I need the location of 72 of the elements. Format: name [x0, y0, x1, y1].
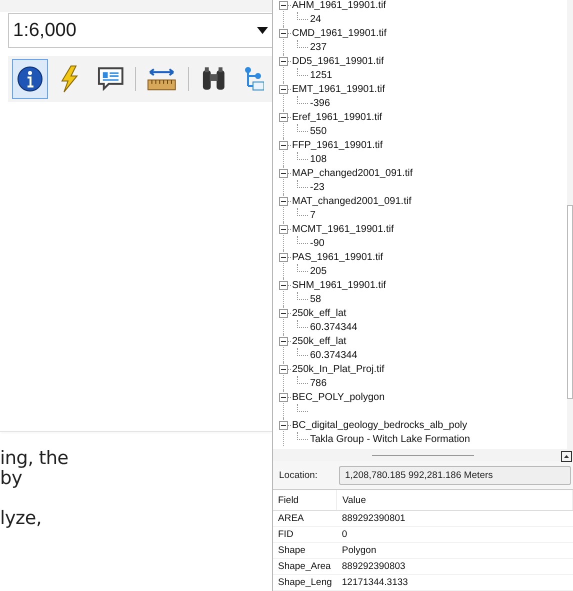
layer-name[interactable]: SHM_1961_19901.tif — [291, 280, 386, 290]
layer-name[interactable]: 250k_In_Plat_Proj.tif — [291, 364, 384, 374]
collapse-icon[interactable] — [279, 308, 288, 318]
collapse-icon[interactable] — [279, 392, 288, 402]
layer-name[interactable]: BEC_POLY_polygon — [291, 392, 385, 402]
table-cell: Shape_Area — [273, 558, 337, 574]
scale-dropdown[interactable]: 1:6,000 — [8, 13, 272, 48]
column-header[interactable]: Value — [336, 490, 572, 510]
collapse-icon[interactable] — [279, 364, 288, 374]
pixel-value[interactable]: 60.374344 — [308, 350, 358, 360]
layer-name[interactable]: CMD_1961_19901.tif — [291, 28, 387, 38]
pixel-value[interactable]: 60.374344 — [308, 322, 358, 332]
collapse-icon[interactable] — [279, 224, 288, 234]
column-header[interactable]: Field — [273, 490, 337, 510]
pin-icon[interactable] — [561, 451, 572, 462]
collapse-icon[interactable] — [279, 196, 288, 206]
pixel-value[interactable]: 205 — [308, 266, 327, 276]
pixel-value[interactable]: 7 — [308, 210, 316, 220]
info-icon — [17, 66, 43, 92]
ruler-icon — [147, 66, 177, 92]
location-field: 1,208,780.185 992,281.186 Meters — [339, 466, 571, 485]
layer-name[interactable]: 250k_eff_lat — [291, 336, 346, 346]
layer-name[interactable]: MCMT_1961_19901.tif — [291, 224, 394, 234]
network-icon — [244, 66, 264, 92]
collapse-icon[interactable] — [279, 280, 288, 290]
pixel-value[interactable]: 550 — [308, 126, 327, 136]
lightning-icon — [60, 65, 80, 93]
layer-name[interactable]: PAS_1961_19901.tif — [291, 252, 384, 262]
table-cell: Shape — [273, 542, 337, 558]
layer-name[interactable]: MAP_changed2001_091.tif — [291, 168, 413, 178]
pixel-value[interactable]: -396 — [308, 98, 330, 108]
collapse-icon[interactable] — [279, 336, 288, 346]
pixel-value[interactable]: -90 — [308, 238, 324, 248]
pixel-value[interactable]: 1251 — [308, 70, 332, 80]
collapse-icon[interactable] — [279, 112, 288, 122]
pixel-value[interactable]: 108 — [308, 154, 327, 164]
info-tool-button[interactable] — [12, 59, 48, 99]
pixel-value[interactable]: 786 — [308, 378, 327, 388]
collapse-icon[interactable] — [279, 28, 288, 38]
dropdown-caret-icon — [257, 27, 268, 34]
table-cell: 889292390803 — [336, 558, 572, 574]
body-text: ing, the by lyze, — [0, 449, 70, 529]
collapse-icon[interactable] — [279, 420, 288, 430]
table-cell: AREA — [273, 510, 337, 526]
layer-name[interactable]: DD5_1961_19901.tif — [291, 56, 384, 66]
pixel-value[interactable]: 237 — [308, 42, 327, 52]
collapse-icon[interactable] — [279, 168, 288, 178]
collapse-icon[interactable] — [279, 252, 288, 262]
pixel-value[interactable]: -23 — [308, 182, 324, 192]
layer-name[interactable]: FFP_1961_19901.tif — [291, 140, 383, 150]
collapse-icon[interactable] — [279, 0, 288, 10]
collapse-icon[interactable] — [279, 84, 288, 94]
pixel-value[interactable]: 58 — [308, 294, 322, 304]
pixel-value[interactable]: Takla Group - Witch Lake Formation — [308, 434, 470, 444]
table-cell: FID — [273, 526, 337, 542]
speech-bubble-icon — [97, 66, 124, 92]
table-cell: 12171344.3133 — [336, 574, 572, 590]
collapse-icon[interactable] — [279, 140, 288, 150]
layer-name[interactable]: Eref_1961_19901.tif — [291, 112, 382, 122]
layer-name[interactable]: MAT_changed2001_091.tif — [291, 196, 412, 206]
location-label: Location: — [278, 470, 319, 481]
layer-name[interactable]: EMT_1961_19901.tif — [291, 84, 385, 94]
table-cell: Shape_Leng — [273, 574, 337, 590]
table-cell: 889292390801 — [336, 510, 572, 526]
collapse-icon[interactable] — [279, 56, 288, 66]
layer-name[interactable]: BC_digital_geology_bedrocks_alb_poly — [291, 420, 468, 430]
scrollbar[interactable] — [567, 0, 573, 450]
layer-name[interactable]: AHM_1961_19901.tif — [291, 0, 386, 10]
table-cell: 0 — [336, 526, 572, 542]
table-cell: Polygon — [336, 542, 572, 558]
layer-name[interactable]: 250k_eff_lat — [291, 308, 346, 318]
pixel-value[interactable]: 24 — [308, 14, 322, 24]
